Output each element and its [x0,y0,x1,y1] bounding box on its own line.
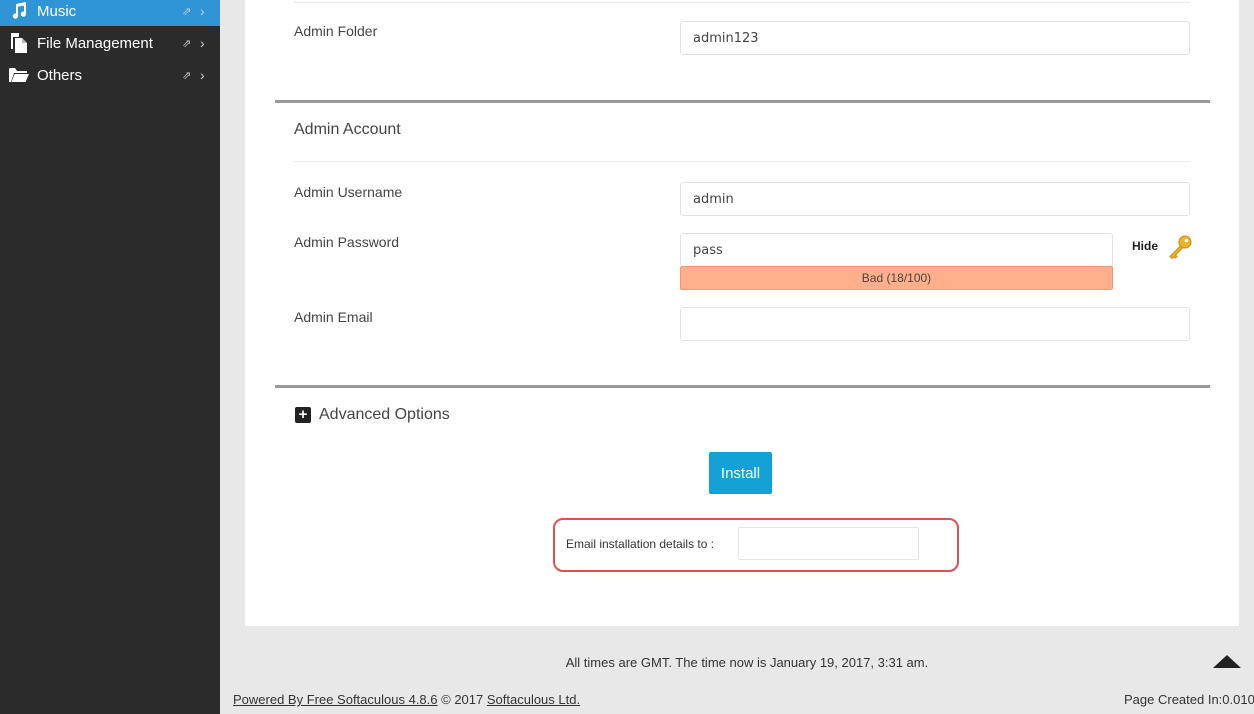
footer-time: All times are GMT. The time now is Janua… [565,655,929,670]
sidebar-item-file-management[interactable]: File Management ⇗ › [0,28,220,58]
divider [294,2,1190,3]
password-strength-meter: Bad (18/100) [680,266,1113,290]
admin-email-input[interactable] [680,307,1190,341]
advanced-options-toggle[interactable]: + Advanced Options [295,406,450,424]
email-details-label: Email installation details to : [566,537,715,551]
sidebar-item-label: File Management [37,34,153,52]
chevron-right-icon[interactable]: › [200,3,214,19]
sidebar: Music ⇗ › File Management ⇗ › Others ⇗ › [0,0,220,714]
scroll-to-top-icon[interactable] [1213,655,1241,668]
softaculous-link[interactable]: Powered By Free Softaculous 4.8.6 [233,692,438,707]
page-created-time: Page Created In:0.010 [1124,692,1254,707]
chevron-right-icon[interactable]: › [200,35,214,51]
admin-email-label: Admin Email [294,309,373,325]
divider [294,161,1190,162]
admin-folder-input[interactable]: admin123 [680,21,1190,55]
sidebar-item-others[interactable]: Others ⇗ › [0,60,220,90]
music-note-icon [9,2,29,20]
external-link-icon[interactable]: ⇗ [182,69,196,82]
sidebar-item-label: Others [37,66,83,84]
key-icon[interactable] [1167,234,1193,260]
sidebar-item-music[interactable]: Music ⇗ › [0,0,220,26]
admin-username-input[interactable]: admin [680,182,1190,216]
company-link[interactable]: Softaculous Ltd. [487,692,580,707]
sidebar-item-label: Music [37,2,77,20]
external-link-icon[interactable]: ⇗ [182,37,196,50]
hide-password-link[interactable]: Hide [1132,239,1158,253]
admin-password-input[interactable]: pass [680,233,1113,267]
external-link-icon[interactable]: ⇗ [182,5,196,18]
section-divider [275,100,1210,103]
folder-open-icon [9,66,29,84]
install-button[interactable]: Install [709,452,772,494]
plus-square-icon: + [295,407,311,423]
admin-username-label: Admin Username [294,184,403,200]
advanced-options-label: Advanced Options [319,406,450,423]
chevron-right-icon[interactable]: › [200,67,214,83]
section-divider [275,385,1210,388]
admin-folder-label: Admin Folder [294,23,378,39]
copyright-text: © 2017 [437,692,487,707]
file-icon [9,33,29,53]
footer-credits: Powered By Free Softaculous 4.8.6 © 2017… [233,692,580,707]
admin-account-title: Admin Account [294,121,401,138]
email-details-input[interactable] [738,527,919,560]
admin-password-label: Admin Password [294,234,400,250]
